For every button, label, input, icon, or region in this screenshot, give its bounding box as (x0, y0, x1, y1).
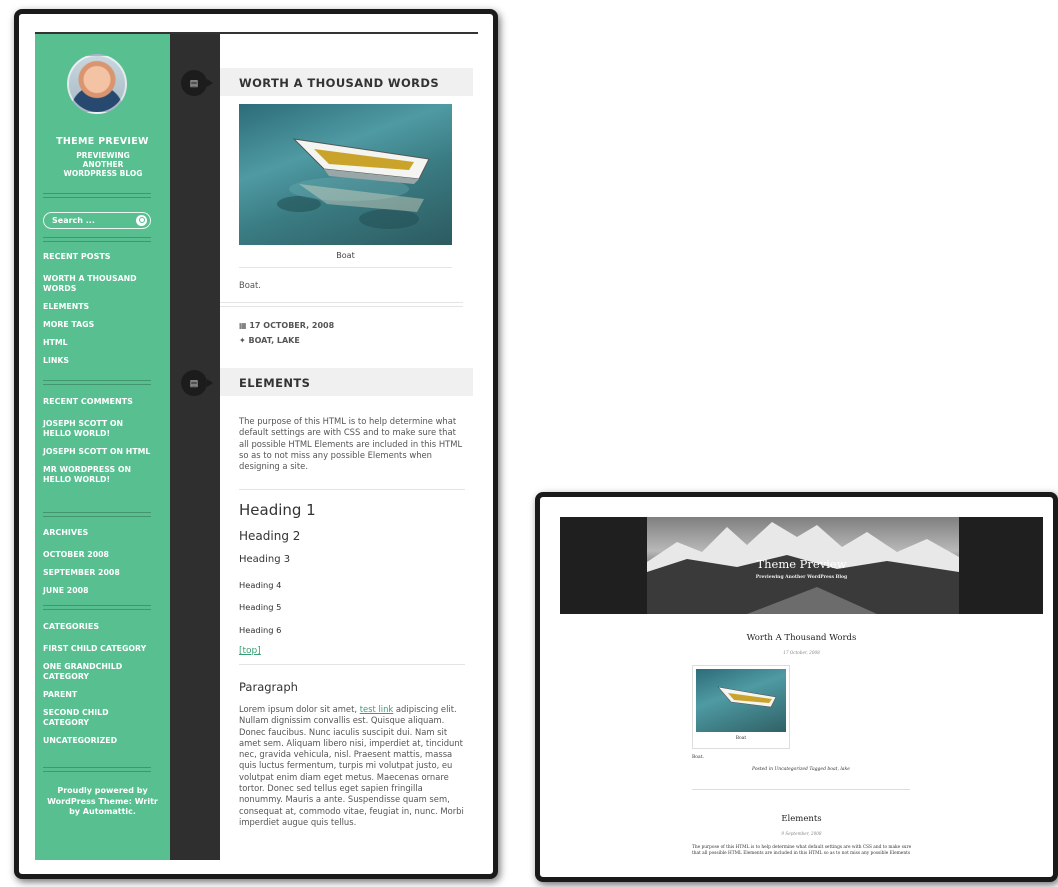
list-item[interactable]: LINKS (43, 356, 151, 366)
post-format-column (170, 34, 220, 860)
site-footer: Proudly powered by WordPress Theme: Writ… (47, 786, 158, 816)
divider (692, 789, 910, 790)
tags-link[interactable]: boat, lake (827, 767, 849, 772)
paragraph-start: Lorem ipsum dolor sit amet, (239, 704, 360, 714)
heading-1: Heading 1 (239, 501, 316, 519)
archives-list: OCTOBER 2008 SEPTEMBER 2008 JUNE 2008 (43, 550, 151, 604)
boat-photo (696, 669, 786, 732)
writr-theme-screenshot: THEME PREVIEW PREVIEWING ANOTHER WORDPRE… (14, 9, 498, 879)
post-excerpt: Boat. (692, 755, 704, 760)
boat-illustration (277, 138, 430, 229)
heading-3: Heading 3 (239, 554, 291, 565)
post-format-icon[interactable]: ▤ (181, 70, 213, 96)
post-date-text: 17 OCTOBER, 2008 (249, 321, 335, 330)
list-item[interactable]: HTML (43, 338, 151, 348)
widget-title-categories: CATEGORIES (43, 622, 100, 631)
paragraph-heading: Paragraph (239, 680, 298, 694)
paragraph-text: Lorem ipsum dolor sit amet, test link ad… (239, 704, 465, 828)
divider (43, 767, 151, 772)
list-item[interactable]: JUNE 2008 (43, 586, 151, 596)
divider (239, 489, 465, 490)
sidebar: THEME PREVIEW PREVIEWING ANOTHER WORDPRE… (35, 34, 170, 860)
list-item[interactable]: ELEMENTS (43, 302, 151, 312)
heading-6: Heading 6 (239, 625, 282, 635)
main-content: WORTH A THOUSAND WORDS Boat Boat. ▦ 17 O… (220, 34, 478, 860)
divider (43, 193, 151, 198)
test-link[interactable]: test link (360, 704, 394, 714)
site-header: Theme Preview Previewing Another WordPre… (560, 517, 1043, 614)
search-input[interactable]: Search ... (43, 212, 151, 229)
list-item[interactable]: MR WORDPRESS ON HELLO WORLD! (43, 465, 151, 485)
post-tags-text: BOAT, LAKE (248, 336, 300, 345)
list-item[interactable]: SECOND CHILD CATEGORY (43, 708, 151, 728)
site-tagline: Previewing Another WordPress Blog (755, 575, 848, 580)
list-item[interactable]: OCTOBER 2008 (43, 550, 151, 560)
heading-2: Heading 2 (239, 529, 301, 543)
list-item[interactable]: PARENT (43, 690, 151, 700)
posted-in-label: Posted in (752, 767, 773, 772)
divider (239, 664, 465, 665)
post-date[interactable]: ▦ 17 OCTOBER, 2008 (239, 321, 334, 330)
boat-thumbnail[interactable]: Boat (692, 665, 790, 749)
divider (220, 306, 463, 307)
widget-title-recent-comments: RECENT COMMENTS (43, 397, 133, 406)
search-icon[interactable] (136, 215, 147, 226)
search-placeholder: Search ... (52, 216, 95, 225)
post-title[interactable]: WORTH A THOUSAND WORDS (220, 68, 473, 96)
tag-icon: ✦ (239, 336, 249, 345)
top-link[interactable]: [top] (239, 646, 261, 656)
heading-5: Heading 5 (239, 602, 282, 612)
post-format-icon[interactable]: ▤ (181, 370, 213, 396)
image-caption: Boat (735, 736, 747, 741)
post-title[interactable]: Worth A Thousand Words (560, 633, 1043, 643)
list-item[interactable]: JOSEPH SCOTT ON HTML (43, 447, 151, 457)
paragraph-rest: adipiscing elit. Nullam dignissim conval… (239, 704, 464, 827)
divider (43, 380, 151, 385)
widget-title-archives: ARCHIVES (43, 528, 89, 537)
writr-page: THEME PREVIEW PREVIEWING ANOTHER WORDPRE… (35, 32, 478, 860)
divider (239, 267, 452, 268)
post-meta: Posted in Uncategorized Tagged boat, lak… (752, 767, 850, 772)
recent-comments-list: JOSEPH SCOTT ON HELLO WORLD! JOSEPH SCOT… (43, 419, 151, 493)
divider (43, 237, 151, 242)
classic-theme-screenshot: Theme Preview Previewing Another WordPre… (535, 492, 1058, 882)
post-date: 9 September, 2008 (781, 831, 822, 836)
widget-title-recent-posts: RECENT POSTS (43, 252, 111, 261)
post-intro: The purpose of this HTML is to help dete… (239, 416, 463, 472)
boat-illustration (717, 686, 777, 708)
divider (43, 512, 151, 517)
list-item[interactable]: MORE TAGS (43, 320, 151, 330)
image-caption: Boat (336, 251, 355, 260)
post-title[interactable]: Elements (560, 814, 1043, 824)
post-excerpt: Boat. (239, 280, 261, 290)
list-item[interactable]: FIRST CHILD CATEGORY (43, 644, 151, 654)
post-title[interactable]: ELEMENTS (220, 368, 473, 396)
browser-top-edge (35, 32, 478, 34)
site-title[interactable]: Theme Preview (560, 557, 1043, 571)
list-item[interactable]: ONE GRANDCHILD CATEGORY (43, 662, 151, 682)
list-item[interactable]: WORTH A THOUSAND WORDS (43, 274, 151, 294)
tagged-label: Tagged (809, 767, 826, 772)
list-item[interactable]: JOSEPH SCOTT ON HELLO WORLD! (43, 419, 151, 439)
category-link[interactable]: Uncategorized (774, 767, 807, 772)
divider (43, 605, 151, 610)
list-item[interactable]: UNCATEGORIZED (43, 736, 151, 746)
list-item[interactable]: SEPTEMBER 2008 (43, 568, 151, 578)
heading-4: Heading 4 (239, 580, 282, 590)
divider (220, 302, 463, 303)
site-description: PREVIEWING ANOTHER WORDPRESS BLOG (63, 151, 143, 178)
boat-photo[interactable] (239, 104, 452, 245)
site-title[interactable]: THEME PREVIEW (35, 136, 170, 147)
categories-list: FIRST CHILD CATEGORY ONE GRANDCHILD CATE… (43, 644, 151, 754)
recent-posts-list: WORTH A THOUSAND WORDS ELEMENTS MORE TAG… (43, 274, 151, 374)
calendar-icon: ▦ (239, 321, 250, 330)
post-body: The purpose of this HTML is to help dete… (692, 845, 912, 856)
post-tags[interactable]: ✦ BOAT, LAKE (239, 336, 300, 345)
post-date: 17 October, 2008 (783, 650, 820, 655)
avatar[interactable] (67, 54, 127, 114)
